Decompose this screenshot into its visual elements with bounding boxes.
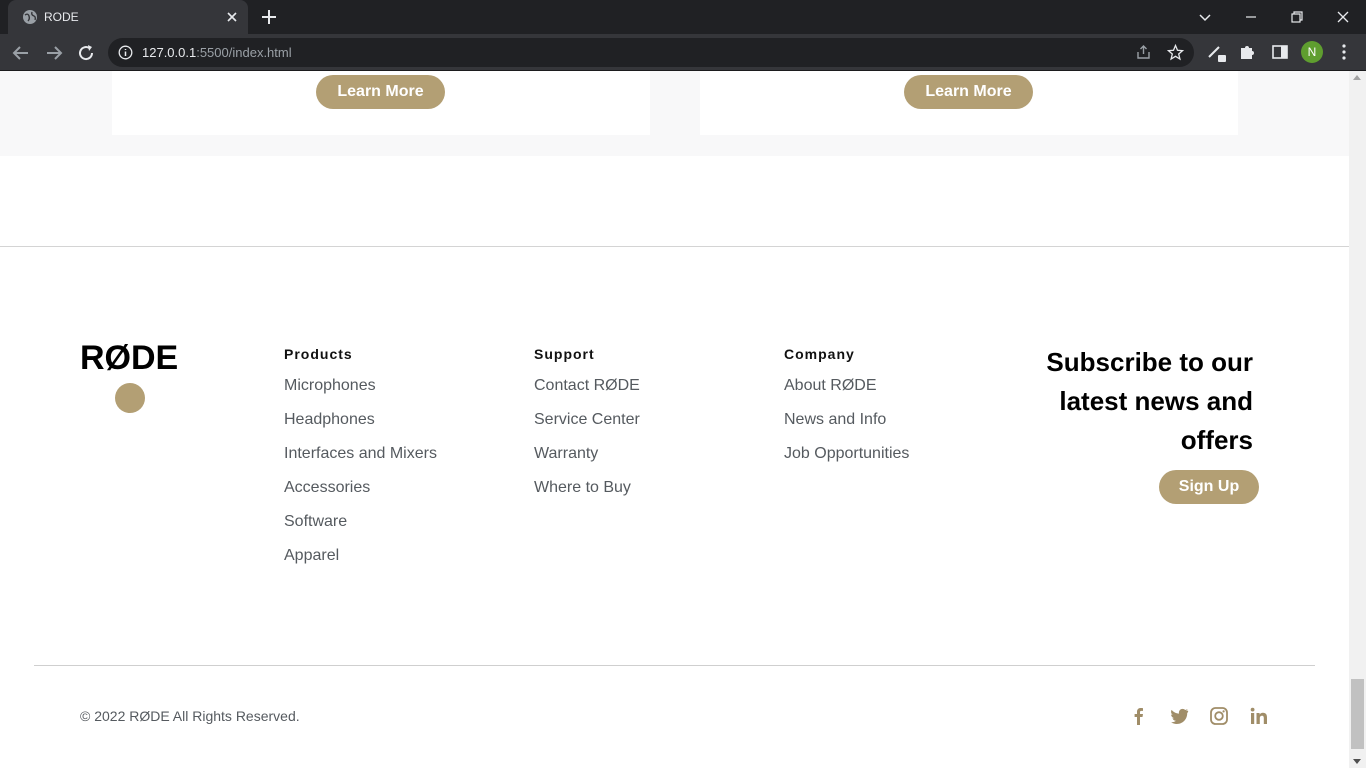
footer-link-where-to-buy[interactable]: Where to Buy (534, 478, 640, 512)
logo-wordmark: RØDE (80, 339, 179, 377)
url-path: :5500/index.html (196, 45, 292, 60)
footer-column-company: Company About RØDE News and Info Job Opp… (784, 346, 909, 478)
profile-avatar[interactable]: N (1301, 41, 1323, 63)
back-arrow-icon[interactable] (10, 42, 32, 64)
footer-link-warranty[interactable]: Warranty (534, 444, 640, 478)
share-icon[interactable] (1135, 44, 1152, 61)
column-heading: Company (784, 346, 855, 362)
footer-link-apparel[interactable]: Apparel (284, 546, 437, 580)
facebook-icon[interactable] (1129, 706, 1149, 726)
footer-link-accessories[interactable]: Accessories (284, 478, 437, 512)
footer-column-support: Support Contact RØDE Service Center Warr… (534, 346, 640, 512)
linkedin-icon[interactable] (1249, 706, 1269, 726)
copyright-text: © 2022 RØDE All Rights Reserved. (80, 708, 300, 724)
new-tab-icon[interactable] (260, 8, 278, 26)
globe-icon (23, 10, 37, 24)
rode-logo[interactable]: RØDE (80, 339, 190, 413)
footer-link-jobs[interactable]: Job Opportunities (784, 444, 909, 478)
logo-dot (115, 383, 145, 413)
close-icon[interactable] (224, 9, 240, 25)
subscribe-line-1: Subscribe to our (1046, 347, 1253, 377)
bookmark-star-icon[interactable] (1167, 44, 1184, 61)
twitter-icon[interactable] (1169, 706, 1189, 726)
browser-toolbar: 127.0.0.1:5500/index.html N (0, 34, 1366, 71)
bottom-divider (34, 665, 1315, 666)
tab-title: RODE (44, 10, 79, 24)
subscribe-line-2: latest news and (1059, 386, 1253, 416)
minimize-icon[interactable] (1240, 6, 1262, 28)
browser-tabbar: RODE (0, 0, 1366, 34)
vertical-scrollbar[interactable] (1349, 71, 1366, 768)
footer-link-microphones[interactable]: Microphones (284, 376, 437, 410)
product-card: Learn More (700, 71, 1238, 135)
forward-arrow-icon[interactable] (43, 42, 65, 64)
reload-icon[interactable] (75, 42, 97, 64)
product-card: Learn More (112, 71, 650, 135)
subscribe-line-3: offers (1180, 425, 1253, 455)
footer-divider (0, 246, 1349, 247)
footer-link-news[interactable]: News and Info (784, 410, 909, 444)
scroll-down-arrow-icon[interactable] (1353, 759, 1361, 764)
scroll-up-arrow-icon[interactable] (1353, 75, 1361, 80)
url-host: 127.0.0.1 (142, 45, 197, 60)
address-bar[interactable]: 127.0.0.1:5500/index.html (108, 38, 1194, 67)
subscribe-block: Subscribe to our latest news and offers (1000, 343, 1253, 460)
scrollbar-thumb[interactable] (1351, 679, 1364, 749)
menu-kebab-icon[interactable] (1334, 42, 1354, 62)
info-icon[interactable] (118, 45, 133, 60)
puzzle-icon[interactable] (1238, 42, 1258, 62)
footer-column-products: Products Microphones Headphones Interfac… (284, 346, 437, 580)
learn-more-button[interactable]: Learn More (316, 75, 445, 109)
url-text[interactable]: 127.0.0.1:5500/index.html (142, 45, 292, 60)
tab-search-icon[interactable] (1194, 6, 1216, 28)
window-close-icon[interactable] (1332, 6, 1354, 28)
side-panel-icon[interactable] (1270, 42, 1290, 62)
sign-up-button[interactable]: Sign Up (1159, 470, 1259, 504)
browser-tab[interactable]: RODE (8, 0, 248, 34)
footer-link-about[interactable]: About RØDE (784, 376, 909, 410)
column-heading: Support (534, 346, 595, 362)
footer-link-software[interactable]: Software (284, 512, 437, 546)
edit-extension-icon[interactable] (1206, 42, 1226, 62)
instagram-icon[interactable] (1209, 706, 1229, 726)
footer-link-contact[interactable]: Contact RØDE (534, 376, 640, 410)
footer-link-interfaces-mixers[interactable]: Interfaces and Mixers (284, 444, 437, 478)
learn-more-button[interactable]: Learn More (904, 75, 1033, 109)
column-heading: Products (284, 346, 353, 362)
page-viewport: Learn More Learn More RØDE Products Micr… (0, 71, 1349, 768)
cards-section: Learn More Learn More (0, 71, 1349, 156)
restore-icon[interactable] (1286, 6, 1308, 28)
footer-link-service-center[interactable]: Service Center (534, 410, 640, 444)
footer-link-headphones[interactable]: Headphones (284, 410, 437, 444)
